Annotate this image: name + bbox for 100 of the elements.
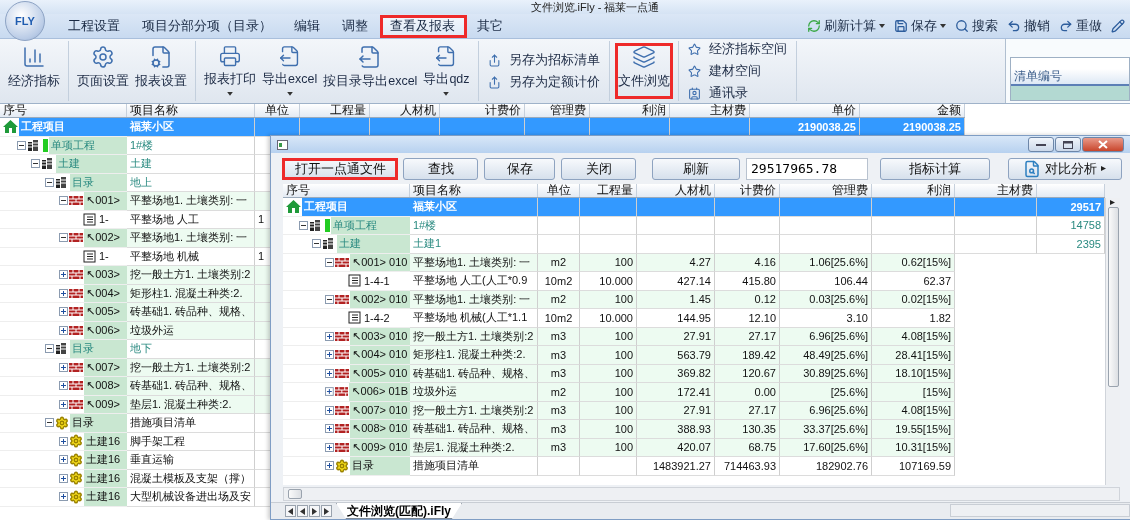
- first-sheet-button[interactable]: [285, 505, 296, 517]
- expand-toggle[interactable]: [59, 455, 68, 465]
- column-header[interactable]: 利润: [590, 104, 670, 117]
- ribbon-button[interactable]: 另存为定额计价: [483, 73, 604, 91]
- column-header[interactable]: 管理费: [525, 104, 590, 117]
- ribbon-button[interactable]: 导出qdz: [420, 43, 473, 99]
- ribbon-button[interactable]: 报表设置: [132, 43, 190, 99]
- code-label[interactable]: ↖008> 010: [350, 420, 410, 438]
- collapse-toggle[interactable]: [325, 294, 334, 304]
- expand-toggle[interactable]: [59, 436, 68, 446]
- toolbar-button[interactable]: 保存: [891, 16, 949, 36]
- code-label[interactable]: ↖004> 010: [350, 346, 410, 364]
- expand-toggle[interactable]: [59, 362, 68, 372]
- menu-tab[interactable]: 其它: [467, 14, 513, 38]
- column-header[interactable]: 利润: [872, 184, 955, 197]
- toolbar-button[interactable]: 刷新: [652, 157, 740, 180]
- column-header[interactable]: 序号: [0, 104, 127, 117]
- expand-toggle[interactable]: [59, 381, 68, 391]
- vertical-scrollbar[interactable]: [1105, 198, 1120, 485]
- collapse-toggle[interactable]: [45, 344, 54, 354]
- column-header[interactable]: 项目名称: [410, 184, 538, 197]
- toolbar-button[interactable]: 保存: [484, 157, 555, 180]
- column-header[interactable]: 人材机: [370, 104, 440, 117]
- ribbon-button[interactable]: 导出excel: [259, 43, 321, 99]
- ribbon-button[interactable]: 经济指标: [5, 43, 63, 99]
- code-label[interactable]: ↖005>: [84, 303, 127, 321]
- minimize-button[interactable]: [1028, 137, 1054, 152]
- code-label[interactable]: ↖008>: [84, 377, 127, 395]
- menu-tab[interactable]: 编辑: [284, 14, 330, 38]
- ribbon-button[interactable]: 通讯录: [683, 84, 791, 102]
- code-label[interactable]: 土建16: [84, 451, 127, 469]
- expand-toggle[interactable]: [59, 399, 68, 409]
- previous-sheet-button[interactable]: [297, 505, 308, 517]
- next-sheet-button[interactable]: [309, 505, 320, 517]
- column-header[interactable]: 金额: [860, 104, 965, 117]
- expand-toggle[interactable]: [325, 405, 334, 415]
- column-header[interactable]: 序号: [283, 184, 410, 197]
- expand-toggle[interactable]: [59, 307, 68, 317]
- scrollbar-thumb[interactable]: [1107, 207, 1119, 387]
- toolbar-button[interactable]: 重做: [1056, 16, 1105, 36]
- collapse-toggle[interactable]: [17, 140, 26, 150]
- code-label[interactable]: 目录: [350, 457, 410, 475]
- column-header[interactable]: 主材费: [670, 104, 750, 117]
- column-header[interactable]: 工程量: [300, 104, 370, 117]
- ribbon-button[interactable]: 建材空间: [683, 62, 791, 80]
- sheet-tab[interactable]: 文件浏览(匹配).iFly: [336, 503, 462, 519]
- column-header[interactable]: 单价: [750, 104, 860, 117]
- code-label[interactable]: 土建16: [84, 488, 127, 506]
- collapse-toggle[interactable]: [325, 257, 334, 267]
- collapse-toggle[interactable]: [59, 196, 68, 206]
- expand-toggle[interactable]: [59, 288, 68, 298]
- collapse-toggle[interactable]: [45, 418, 54, 428]
- ribbon-button[interactable]: 按目录导出excel: [320, 43, 421, 99]
- toolbar-button[interactable]: 搜索: [952, 16, 1001, 36]
- menu-tab[interactable]: 工程设置: [58, 14, 130, 38]
- collapse-toggle[interactable]: [312, 239, 321, 249]
- toolbar-button[interactable]: 查找: [403, 157, 478, 180]
- code-label[interactable]: ↖003>: [84, 266, 127, 284]
- column-header[interactable]: 计费价: [440, 104, 525, 117]
- horizontal-scrollbar[interactable]: [950, 504, 1130, 517]
- code-label[interactable]: ↖001>: [84, 192, 127, 210]
- value-field[interactable]: 29517965.78: [746, 157, 868, 180]
- column-header[interactable]: 单位: [255, 104, 300, 117]
- toolbar-button[interactable]: 撤销: [1004, 16, 1053, 36]
- column-header[interactable]: 清单编号: [1011, 69, 1129, 86]
- expand-toggle[interactable]: [325, 442, 334, 452]
- expand-toggle[interactable]: [325, 424, 334, 434]
- menu-tab[interactable]: 调整: [332, 14, 378, 38]
- column-header[interactable]: 计费价: [715, 184, 780, 197]
- column-header[interactable]: 主材费: [955, 184, 1037, 197]
- ribbon-button[interactable]: 报表打印: [201, 43, 259, 99]
- maximize-button[interactable]: [1055, 137, 1081, 152]
- column-header[interactable]: 人材机: [637, 184, 715, 197]
- collapse-toggle[interactable]: [299, 220, 308, 230]
- toolbar-button[interactable]: 刷新计算: [804, 16, 888, 36]
- collapse-toggle[interactable]: [59, 233, 68, 243]
- ribbon-button[interactable]: 经济指标空间: [683, 40, 791, 58]
- ribbon-button[interactable]: 另存为招标清单: [483, 51, 604, 69]
- column-header[interactable]: 工程量: [580, 184, 637, 197]
- column-header[interactable]: 管理费: [780, 184, 872, 197]
- expand-toggle[interactable]: [325, 350, 334, 360]
- code-label[interactable]: ↖006> 01B: [349, 383, 410, 401]
- code-label[interactable]: ↖002>: [84, 229, 127, 247]
- ribbon-button[interactable]: 文件浏览: [614, 43, 673, 99]
- horizontal-scrollbar[interactable]: [283, 487, 1120, 501]
- expand-toggle[interactable]: [325, 387, 334, 397]
- expand-toggle[interactable]: [59, 270, 68, 280]
- last-sheet-button[interactable]: [321, 505, 332, 517]
- code-label[interactable]: 目录: [70, 414, 127, 432]
- expand-toggle[interactable]: [325, 331, 334, 341]
- collapse-toggle[interactable]: [45, 177, 54, 187]
- column-header[interactable]: 项目名称: [127, 104, 255, 117]
- expand-toggle[interactable]: [325, 461, 334, 471]
- menu-button[interactable]: 对比分析: [1008, 157, 1122, 180]
- close-button[interactable]: [1082, 137, 1124, 152]
- scrollbar-thumb[interactable]: [288, 489, 302, 499]
- toolbar-button[interactable]: 指标计算: [880, 157, 990, 180]
- column-header[interactable]: 单位: [538, 184, 580, 197]
- expand-toggle[interactable]: [325, 368, 334, 378]
- expand-toggle[interactable]: [59, 325, 68, 335]
